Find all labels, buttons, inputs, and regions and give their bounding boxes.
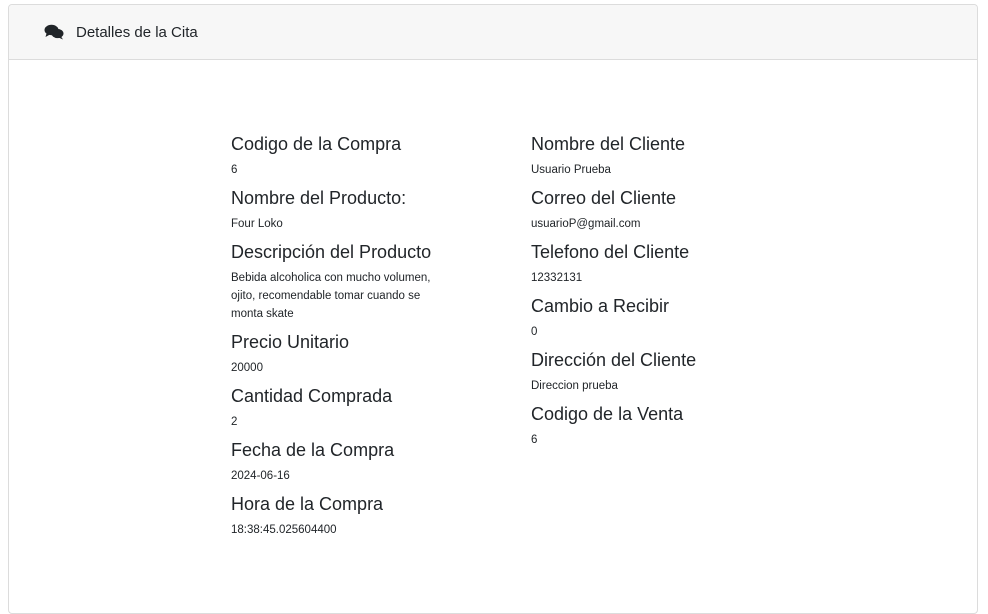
field-value: 18:38:45.025604400 <box>231 524 337 536</box>
client-details-column: Nombre del Cliente Usuario Prueba Correo… <box>531 133 761 457</box>
field-value: Direccion prueba <box>531 380 618 392</box>
field-sale-code: Codigo de la Venta 6 <box>531 403 761 449</box>
field-purchase-code: Codigo de la Compra 6 <box>231 133 461 179</box>
field-value: Usuario Prueba <box>531 164 611 176</box>
field-label: Descripción del Producto <box>231 242 432 262</box>
field-label: Precio Unitario <box>231 332 350 352</box>
field-client-address: Dirección del Cliente Direccion prueba <box>531 349 761 395</box>
field-value: 2024-06-16 <box>231 470 290 482</box>
field-purchase-date: Fecha de la Compra 2024-06-16 <box>231 439 461 485</box>
field-label: Fecha de la Compra <box>231 440 395 460</box>
field-value: 2 <box>231 416 238 428</box>
field-client-phone: Telefono del Cliente 12332131 <box>531 241 761 287</box>
field-value: Four Loko <box>231 218 283 230</box>
field-value: 6 <box>231 164 238 176</box>
field-label: Cambio a Recibir <box>531 296 670 316</box>
field-label: Nombre del Producto: <box>231 188 407 208</box>
field-label: Cantidad Comprada <box>231 386 393 406</box>
field-product-description: Descripción del Producto Bebida alcoholi… <box>231 241 461 323</box>
field-label: Codigo de la Compra <box>231 134 402 154</box>
field-value: Bebida alcoholica con mucho volumen, oji… <box>231 272 431 320</box>
field-value: 6 <box>531 434 538 446</box>
field-value: 12332131 <box>531 272 583 284</box>
purchase-details-column: Codigo de la Compra 6 Nombre del Product… <box>231 133 461 547</box>
field-quantity: Cantidad Comprada 2 <box>231 385 461 431</box>
field-label: Codigo de la Venta <box>531 404 684 424</box>
field-product-name: Nombre del Producto: Four Loko <box>231 187 461 233</box>
field-unit-price: Precio Unitario 20000 <box>231 331 461 377</box>
field-change: Cambio a Recibir 0 <box>531 295 761 341</box>
field-label: Nombre del Cliente <box>531 134 686 154</box>
field-label: Correo del Cliente <box>531 188 677 208</box>
field-client-email: Correo del Cliente usuarioP@gmail.com <box>531 187 761 233</box>
comments-icon <box>44 24 64 40</box>
field-label: Dirección del Cliente <box>531 350 697 370</box>
details-card: Detalles de la Cita Codigo de la Compra … <box>8 4 978 614</box>
card-header: Detalles de la Cita <box>9 5 977 60</box>
field-purchase-time: Hora de la Compra 18:38:45.025604400 <box>231 493 461 539</box>
field-label: Telefono del Cliente <box>531 242 690 262</box>
field-value: 20000 <box>231 362 263 374</box>
card-title: Detalles de la Cita <box>76 23 198 41</box>
field-value: usuarioP@gmail.com <box>531 218 641 230</box>
field-label: Hora de la Compra <box>231 494 384 514</box>
field-client-name: Nombre del Cliente Usuario Prueba <box>531 133 761 179</box>
field-value: 0 <box>531 326 538 338</box>
